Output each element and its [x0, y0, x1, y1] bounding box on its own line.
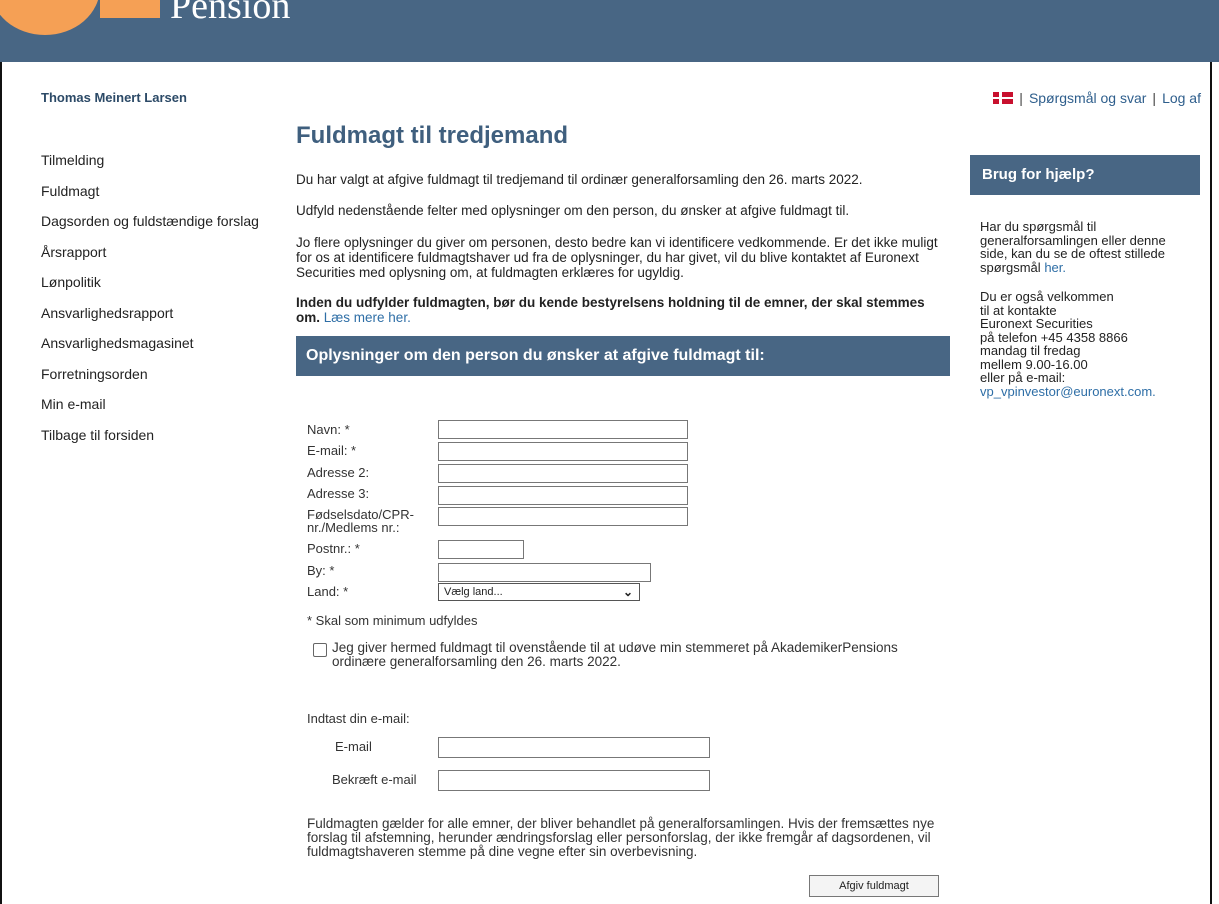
sidebar-item-ansvarlighedsmagasinet[interactable]: Ansvarlighedsmagasinet [41, 335, 259, 366]
help-text: Har du spørgsmål til generalforsamlingen… [980, 220, 1180, 398]
sidebar-nav: Tilmelding Fuldmagt Dagsorden og fuldstæ… [41, 152, 259, 457]
help-faq-link[interactable]: her. [1044, 260, 1066, 275]
country-select[interactable]: Vælg land... ⌄ [438, 583, 640, 601]
faq-link[interactable]: Spørgsmål og svar [1029, 90, 1146, 106]
email-input[interactable] [438, 442, 688, 461]
own-email-label: E-mail [335, 739, 372, 754]
sidebar-item-forretningsorden[interactable]: Forretningsorden [41, 366, 259, 397]
separator: | [1152, 90, 1157, 106]
zip-input[interactable] [438, 540, 524, 559]
address2-label: Adresse 2: [307, 465, 370, 480]
own-email-input[interactable] [438, 737, 710, 758]
help-contact-line: eller på e-mail: [980, 370, 1066, 385]
logo-shape [0, 0, 100, 35]
help-contact-line: Du er også velkommen [980, 289, 1114, 304]
intro-paragraph: Du har valgt at afgive fuldmagt til tred… [296, 172, 863, 187]
help-contact-line: Euronext Securities [980, 316, 1093, 331]
country-select-value: Vælg land... [444, 586, 503, 598]
user-name: Thomas Meinert Larsen [41, 90, 187, 105]
zip-label: Postnr.: * [307, 541, 360, 556]
sidebar-item-tilbage[interactable]: Tilbage til forsiden [41, 427, 259, 458]
section-header: Oplysninger om den person du ønsker at a… [296, 336, 950, 376]
email-section-intro: Indtast din e-mail: [307, 711, 410, 726]
help-contact-line: på telefon +45 4358 8866 [980, 329, 1128, 345]
city-label: By: * [307, 563, 335, 578]
identification-paragraph: Jo flere oplysninger du giver om persone… [296, 235, 938, 280]
name-input[interactable] [438, 420, 688, 439]
confirm-email-label: Bekræft e-mail [332, 772, 417, 787]
city-input[interactable] [438, 563, 651, 582]
separator: | [1019, 90, 1023, 106]
help-contact-line: til at kontakte [980, 302, 1057, 318]
sidebar-item-ansvarlighedsrapport[interactable]: Ansvarlighedsrapport [41, 305, 259, 336]
help-header: Brug for hjælp? [970, 155, 1200, 195]
logout-link[interactable]: Log af [1162, 90, 1201, 106]
dob-label: Fødselsdato/CPR-nr./Medlems nr.: [307, 507, 414, 535]
required-note: * Skal som minimum udfyldes [307, 613, 478, 628]
dob-input[interactable] [438, 507, 688, 526]
address3-input[interactable] [438, 486, 688, 505]
header-bar: Pension [0, 0, 1219, 62]
address2-input[interactable] [438, 464, 688, 483]
consent-text: Jeg giver hermed fuldmagt til ovenståend… [332, 640, 898, 669]
confirm-email-input[interactable] [438, 770, 710, 791]
page-title: Fuldmagt til tredjemand [296, 122, 569, 149]
read-more-link[interactable]: Læs mere her. [324, 310, 411, 325]
country-label: Land: * [307, 584, 349, 599]
help-contact-line: mandag til fredag [980, 343, 1081, 358]
name-label: Navn: * [307, 422, 350, 437]
sidebar-item-dagsorden[interactable]: Dagsorden og fuldstændige forslag [41, 213, 259, 244]
footer-text: Fuldmagten gælder for alle emner, der bl… [307, 816, 935, 859]
logo-text: Pension [170, 0, 291, 27]
help-spacer [980, 274, 1180, 290]
help-email-link[interactable]: vp_vpinvestor@euronext.com. [980, 384, 1156, 399]
consent-checkbox[interactable] [313, 643, 327, 657]
chevron-down-icon: ⌄ [622, 585, 633, 599]
instruction-paragraph: Udfyld nedenstående felter med oplysning… [296, 203, 850, 218]
help-contact-line: mellem 9.00-16.00 [980, 356, 1088, 372]
top-links: | Spørgsmål og svar | Log af [993, 90, 1201, 106]
main-content: Fuldmagt til tredjemand Du har valgt at … [296, 122, 950, 376]
email-label: E-mail: * [307, 443, 357, 458]
sidebar-item-loenpolitik[interactable]: Lønpolitik [41, 274, 259, 305]
danish-flag-icon[interactable] [993, 92, 1014, 104]
sidebar-item-fuldmagt[interactable]: Fuldmagt [41, 183, 259, 214]
logo-shape [100, 0, 160, 18]
sidebar-item-aarsrapport[interactable]: Årsrapport [41, 244, 259, 275]
notice-paragraph: Inden du udfylder fuldmagten, bør du ken… [296, 295, 950, 325]
sidebar-item-min-email[interactable]: Min e-mail [41, 396, 259, 427]
sidebar-item-tilmelding[interactable]: Tilmelding [41, 152, 259, 183]
submit-proxy-button[interactable]: Afgiv fuldmagt [809, 875, 939, 897]
help-faq-text: Har du spørgsmål til generalforsamlingen… [980, 219, 1166, 275]
address3-label: Adresse 3: [307, 486, 370, 501]
